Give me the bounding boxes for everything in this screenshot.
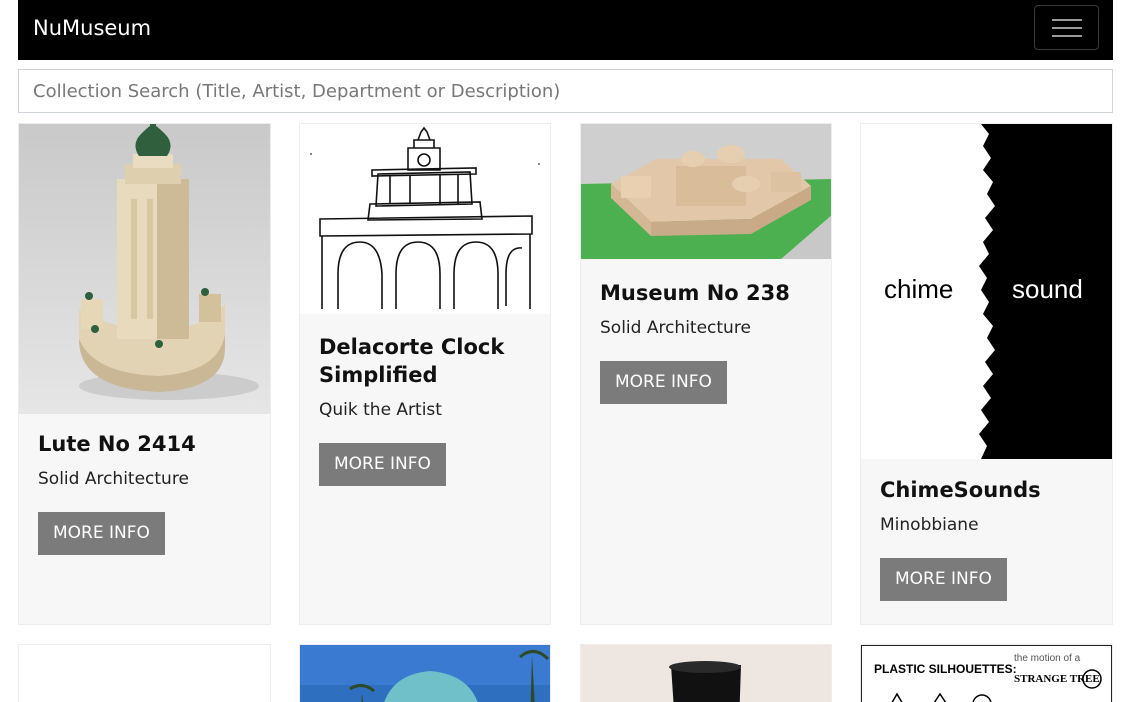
card-image[interactable] bbox=[19, 124, 270, 414]
card-title: ChimeSounds bbox=[880, 478, 1041, 502]
card-image[interactable]: PLASTIC SILHOUETTES: the motion of a STR… bbox=[861, 645, 1112, 702]
card-artist: Quik the Artist bbox=[319, 400, 442, 420]
brand-logo[interactable]: NuMuseum bbox=[33, 14, 151, 42]
card-artist: Solid Architecture bbox=[600, 318, 751, 338]
card-image[interactable]: chime sound bbox=[861, 124, 1112, 459]
image-word-right: sound bbox=[1012, 274, 1083, 304]
card-title: Delacorte Clock Simplified bbox=[319, 335, 505, 387]
image-text-subtitle: the motion of a bbox=[1014, 653, 1081, 664]
collection-card bbox=[18, 644, 271, 702]
hamburger-icon bbox=[1052, 27, 1082, 29]
card-image[interactable] bbox=[300, 124, 550, 314]
image-text-title: PLASTIC SILHOUETTES: bbox=[874, 662, 1017, 676]
collection-card: Delacorte Clock Simplified Quik the Arti… bbox=[299, 123, 551, 625]
collection-card bbox=[299, 644, 551, 702]
card-image[interactable] bbox=[19, 645, 270, 702]
card-image[interactable] bbox=[581, 645, 831, 702]
card-artist: Solid Architecture bbox=[38, 469, 189, 489]
card-title: Lute No 2414 bbox=[38, 432, 196, 456]
card-artist: Minobbiane bbox=[880, 515, 979, 535]
navbar-toggle-button[interactable] bbox=[1034, 5, 1099, 50]
collection-card bbox=[580, 644, 832, 702]
card-image[interactable] bbox=[300, 645, 550, 702]
card-title: Museum No 238 bbox=[600, 281, 790, 305]
hamburger-icon bbox=[1052, 19, 1082, 21]
more-info-button[interactable]: MORE INFO bbox=[600, 361, 727, 404]
more-info-button[interactable]: MORE INFO bbox=[880, 558, 1007, 601]
hamburger-icon bbox=[1052, 35, 1082, 37]
collection-card: Lute No 2414 Solid Architecture MORE INF… bbox=[18, 123, 271, 625]
more-info-button[interactable]: MORE INFO bbox=[38, 512, 165, 555]
card-image[interactable] bbox=[581, 124, 831, 259]
collection-card: chime sound ChimeSounds Minobbiane MORE … bbox=[860, 123, 1113, 625]
collection-search-input[interactable] bbox=[18, 69, 1113, 113]
navbar: NuMuseum bbox=[18, 0, 1113, 60]
collection-card: PLASTIC SILHOUETTES: the motion of a STR… bbox=[860, 644, 1113, 702]
image-word-left: chime bbox=[884, 274, 953, 304]
collection-card: Museum No 238 Solid Architecture MORE IN… bbox=[580, 123, 832, 625]
more-info-button[interactable]: MORE INFO bbox=[319, 443, 446, 486]
image-text-brand: STRANGE TREE bbox=[1014, 673, 1100, 685]
